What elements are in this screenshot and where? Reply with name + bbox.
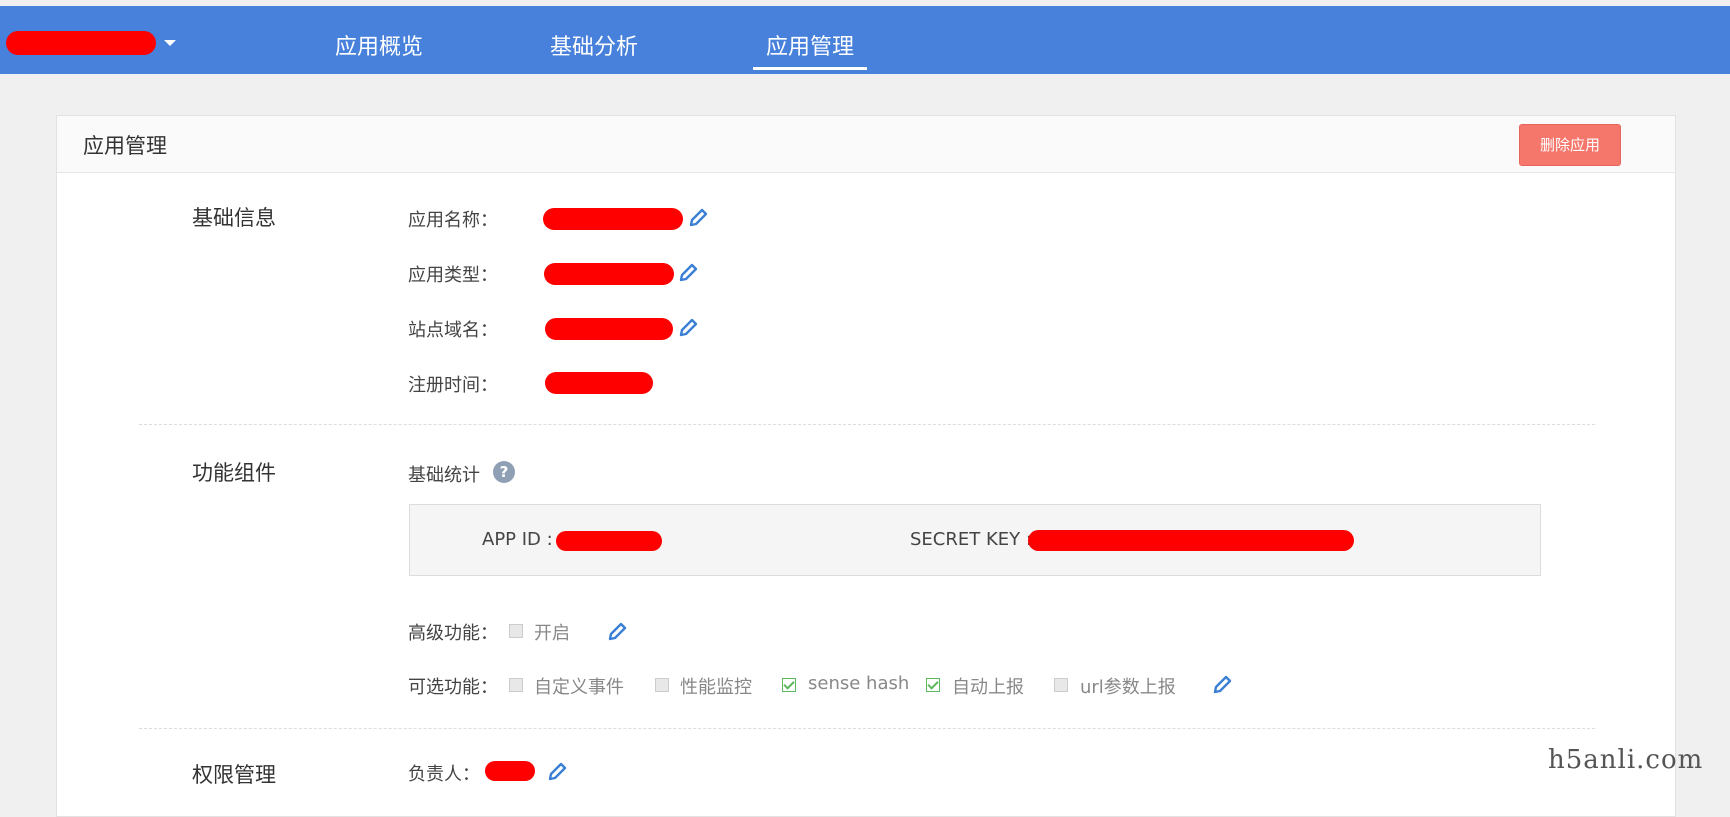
app-id-label: APP ID :: [482, 529, 553, 550]
field-label-app-type: 应用类型：: [408, 265, 498, 286]
field-label-app-name: 应用名称：: [408, 210, 498, 231]
tab-app-overview[interactable]: 应用概览: [334, 28, 424, 68]
edit-optional-features-icon[interactable]: [1213, 674, 1233, 694]
redacted-app-name-value: [543, 208, 683, 230]
app-management-card: 应用管理 删除应用 基础信息 应用名称： 应用类型： 站点域名： 注册时间： 功…: [56, 115, 1676, 817]
sense-hash-checkbox[interactable]: [782, 678, 796, 692]
section-title-permissions: 权限管理: [192, 763, 276, 787]
redacted-site-domain-value: [545, 318, 673, 340]
card-header: 应用管理 删除应用: [57, 116, 1675, 173]
card-title: 应用管理: [83, 134, 167, 158]
redacted-secret-key-value: [1028, 530, 1354, 551]
field-label-site-domain: 站点域名：: [408, 320, 498, 341]
redacted-app-name: [6, 31, 156, 55]
delete-app-button[interactable]: 删除应用: [1519, 124, 1621, 166]
caret-down-icon: [164, 40, 176, 46]
redacted-app-type-value: [544, 263, 674, 285]
edit-advanced-features-icon[interactable]: [608, 621, 628, 641]
edit-site-domain-icon[interactable]: [679, 317, 699, 337]
tab-basic-analysis[interactable]: 基础分析: [549, 28, 639, 68]
redacted-register-time-value: [545, 372, 653, 394]
advanced-features-label: 高级功能：: [408, 623, 498, 644]
app-credentials-box: APP ID : SECRET KEY :: [409, 504, 1541, 576]
watermark: h5anli.com: [1548, 745, 1704, 775]
top-navigation-bar: 应用概览 基础分析 应用管理: [0, 6, 1730, 74]
auto-report-label: 自动上报: [952, 677, 1024, 698]
advanced-enable-checkbox[interactable]: [509, 624, 523, 638]
performance-monitor-label: 性能监控: [680, 677, 752, 698]
section-divider: [139, 424, 1595, 425]
custom-event-checkbox[interactable]: [509, 678, 523, 692]
redacted-owner-value: [485, 761, 535, 781]
redacted-app-id-value: [556, 531, 662, 551]
sense-hash-label: sense hash: [808, 673, 910, 694]
section-title-components: 功能组件: [192, 461, 276, 485]
optional-features-label: 可选功能：: [408, 677, 498, 698]
edit-app-type-icon[interactable]: [679, 262, 699, 282]
basic-stats-label: 基础统计: [408, 465, 480, 486]
tab-app-management[interactable]: 应用管理: [753, 28, 867, 70]
edit-owner-icon[interactable]: [548, 761, 568, 781]
edit-app-name-icon[interactable]: [689, 207, 709, 227]
secret-key-label: SECRET KEY :: [910, 529, 1032, 550]
advanced-enable-label: 开启: [534, 623, 570, 644]
field-label-register-time: 注册时间：: [408, 375, 498, 396]
url-param-report-label: url参数上报: [1080, 677, 1176, 698]
section-title-basic-info: 基础信息: [192, 206, 276, 230]
auto-report-checkbox[interactable]: [926, 678, 940, 692]
section-divider: [139, 728, 1595, 729]
performance-monitor-checkbox[interactable]: [655, 678, 669, 692]
custom-event-label: 自定义事件: [534, 677, 624, 698]
owner-label: 负责人：: [408, 764, 480, 785]
help-icon[interactable]: ?: [493, 461, 515, 483]
app-switcher[interactable]: [6, 28, 176, 58]
url-param-report-checkbox[interactable]: [1054, 678, 1068, 692]
